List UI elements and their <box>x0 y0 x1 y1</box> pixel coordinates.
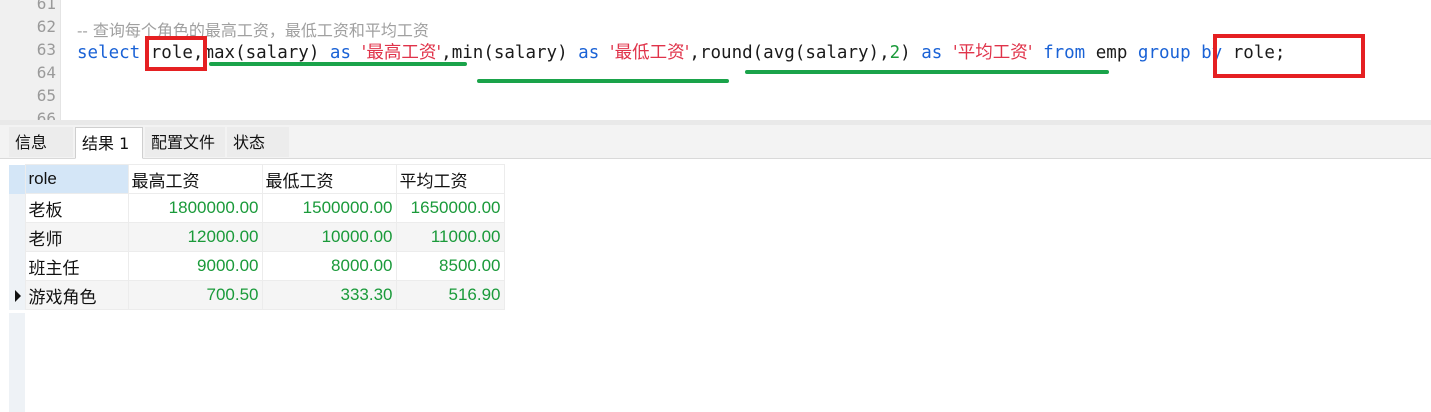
tab-profile[interactable]: 配置文件 <box>145 127 225 157</box>
sql-query-line[interactable]: select role,max(salary) as '最高工资',min(sa… <box>77 39 1285 64</box>
row-marker[interactable] <box>9 251 25 281</box>
alias-avg: '平均工资' <box>952 43 1033 63</box>
tab-info[interactable]: 信息 <box>9 127 73 157</box>
line-number: 65 <box>36 86 56 105</box>
row-marker-current[interactable] <box>9 280 25 310</box>
column-header-role[interactable]: role <box>24 164 129 194</box>
round-digits: 2 <box>889 43 901 63</box>
min-function: min(salary) <box>451 43 568 63</box>
sql-editor[interactable]: 61 62 63 64 65 66 -- 查询每个角色的最高工资，最低工资和平均… <box>0 0 1431 121</box>
line-number: 63 <box>36 40 56 59</box>
round-close: ) <box>900 43 911 63</box>
highlight-box-group-by <box>1213 34 1365 78</box>
result-tabs: 信息 结果 1 配置文件 状态 <box>0 125 1431 159</box>
as-keyword: as <box>921 43 943 63</box>
underline-max <box>209 62 467 66</box>
cell-avg[interactable]: 8500.00 <box>395 251 505 281</box>
line-number: 64 <box>36 63 56 82</box>
from-keyword: from <box>1043 43 1086 63</box>
cell-avg[interactable]: 11000.00 <box>395 222 505 252</box>
table-name: emp <box>1095 43 1128 63</box>
as-keyword: as <box>329 43 351 63</box>
tab-status[interactable]: 状态 <box>227 127 289 157</box>
line-number: 62 <box>36 17 56 36</box>
current-row-arrow-icon <box>15 289 21 302</box>
cell-min[interactable]: 8000.00 <box>261 251 397 281</box>
cell-min[interactable]: 333.30 <box>261 280 397 310</box>
sql-comment-line[interactable]: -- 查询每个角色的最高工资，最低工资和平均工资 <box>77 17 429 41</box>
cell-max[interactable]: 12000.00 <box>127 222 263 252</box>
line-number-gutter: 61 62 63 64 65 66 <box>0 0 61 121</box>
table-row[interactable]: 游戏角色 700.50 333.30 516.90 <box>9 280 505 310</box>
cell-max[interactable]: 9000.00 <box>127 251 263 281</box>
cell-avg[interactable]: 1650000.00 <box>395 193 505 223</box>
table-row[interactable]: 班主任 9000.00 8000.00 8500.00 <box>9 251 505 281</box>
row-marker[interactable] <box>9 222 25 252</box>
cell-min[interactable]: 10000.00 <box>261 222 397 252</box>
cell-avg[interactable]: 516.90 <box>395 280 505 310</box>
alias-min: '最低工资' <box>609 43 690 63</box>
comma: , <box>689 43 700 63</box>
cell-max[interactable]: 1800000.00 <box>127 193 263 223</box>
max-function: max(salary) <box>203 43 320 63</box>
table-row[interactable]: 老板 1800000.00 1500000.00 1650000.00 <box>9 193 505 223</box>
cell-max[interactable]: 700.50 <box>127 280 263 310</box>
group-by-keyword: group by <box>1137 43 1223 63</box>
comma: , <box>441 43 452 63</box>
row-header-strip <box>9 313 25 412</box>
cell-min[interactable]: 1500000.00 <box>261 193 397 223</box>
column-header-avg[interactable]: 平均工资 <box>395 164 505 194</box>
row-header-corner <box>9 164 25 194</box>
underline-min <box>477 79 729 83</box>
table-row[interactable]: 老师 12000.00 10000.00 11000.00 <box>9 222 505 252</box>
line-number: 61 <box>36 0 56 13</box>
cell-role[interactable]: 老师 <box>24 222 129 252</box>
tab-result-1[interactable]: 结果 1 <box>75 127 143 159</box>
cell-role[interactable]: 游戏角色 <box>24 280 129 310</box>
as-keyword: as <box>578 43 600 63</box>
cell-role[interactable]: 班主任 <box>24 251 129 281</box>
underline-avg <box>745 70 1109 74</box>
highlight-box-role <box>145 36 207 71</box>
row-marker[interactable] <box>9 193 25 223</box>
select-keyword: select <box>77 43 141 63</box>
column-header-min[interactable]: 最低工资 <box>261 164 397 194</box>
alias-max: '最高工资' <box>361 43 442 63</box>
result-grid[interactable]: role 最高工资 最低工资 平均工资 老板 1800000.00 150000… <box>9 164 505 310</box>
column-header-max[interactable]: 最高工资 <box>127 164 263 194</box>
round-function: round(avg(salary), <box>699 43 890 63</box>
cell-role[interactable]: 老板 <box>24 193 129 223</box>
